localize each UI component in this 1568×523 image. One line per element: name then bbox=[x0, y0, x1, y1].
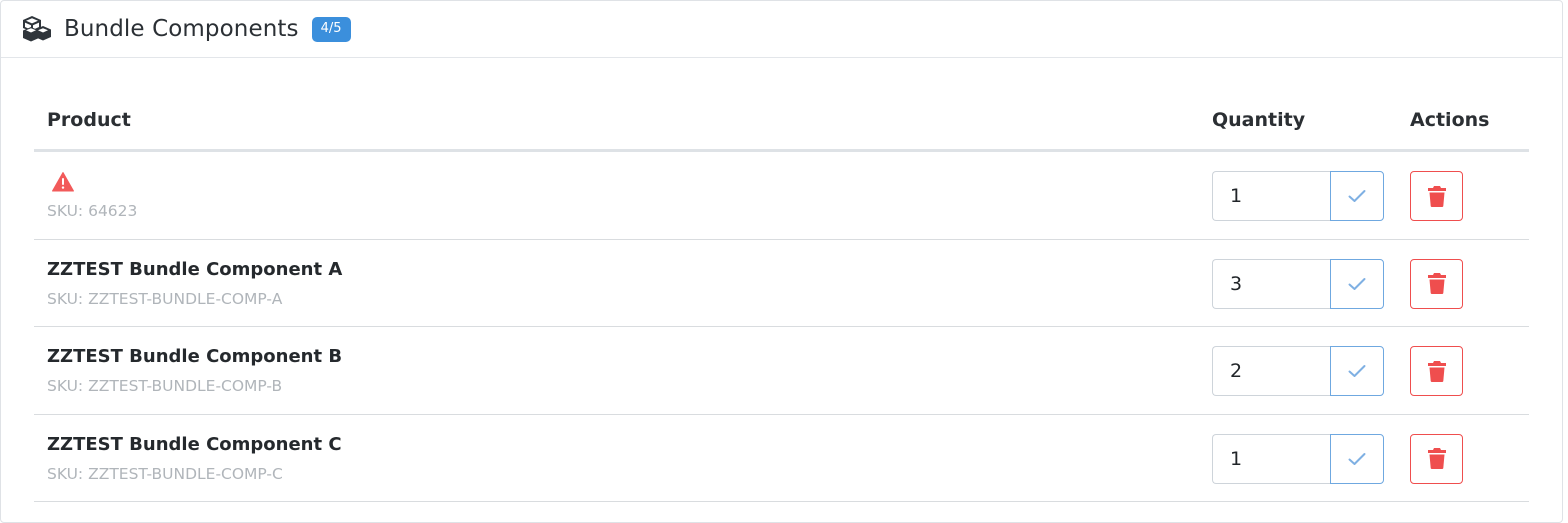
components-table: Product Quantity Actions SKU: 64623 1 ZZ… bbox=[34, 95, 1529, 502]
quantity-input[interactable] bbox=[1212, 433, 1330, 484]
confirm-quantity-button[interactable] bbox=[1330, 258, 1384, 309]
quantity-group bbox=[1212, 258, 1384, 309]
trash-icon bbox=[1427, 273, 1446, 294]
check-icon bbox=[1348, 452, 1366, 465]
product-name: ZZTEST Bundle Component A bbox=[47, 258, 343, 280]
confirm-quantity-button[interactable] bbox=[1330, 346, 1384, 396]
card-title: Bundle Components bbox=[64, 16, 299, 42]
table-header: Product Quantity Actions bbox=[34, 95, 1529, 152]
table-row: SKU: 64623 bbox=[34, 152, 1529, 240]
confirm-quantity-button[interactable] bbox=[1330, 171, 1384, 221]
quantity-input[interactable] bbox=[1212, 346, 1330, 396]
column-header-quantity: Quantity bbox=[1212, 109, 1306, 131]
column-header-product: Product bbox=[47, 109, 131, 131]
product-sku: SKU: 64623 bbox=[47, 202, 138, 220]
trash-icon bbox=[1427, 185, 1446, 207]
delete-button[interactable] bbox=[1410, 258, 1463, 309]
check-icon bbox=[1348, 190, 1366, 202]
delete-button[interactable] bbox=[1410, 171, 1463, 221]
product-name: ZZTEST Bundle Component B bbox=[47, 346, 343, 367]
quantity-input[interactable] bbox=[1212, 258, 1330, 309]
cubes-icon bbox=[23, 16, 51, 42]
trash-icon bbox=[1427, 448, 1446, 469]
table-row: ZZTEST Bundle Component A SKU: ZZTEST-BU… bbox=[34, 240, 1529, 327]
quantity-input[interactable] bbox=[1212, 171, 1330, 221]
table-row: ZZTEST Bundle Component C SKU: ZZTEST-BU… bbox=[34, 415, 1529, 502]
count-badge: 4/5 bbox=[311, 16, 351, 42]
table-row: ZZTEST Bundle Component B SKU: ZZTEST-BU… bbox=[34, 327, 1529, 415]
card-header: Bundle Components 4/5 bbox=[1, 1, 1562, 58]
column-header-actions: Actions bbox=[1410, 109, 1490, 131]
quantity-group bbox=[1212, 346, 1384, 396]
delete-button[interactable] bbox=[1410, 346, 1463, 396]
product-name: ZZTEST Bundle Component C bbox=[47, 433, 342, 455]
check-icon bbox=[1348, 277, 1366, 290]
product-sku: SKU: ZZTEST-BUNDLE-COMP-A bbox=[47, 289, 283, 308]
product-sku: SKU: ZZTEST-BUNDLE-COMP-B bbox=[47, 377, 283, 395]
product-sku: SKU: ZZTEST-BUNDLE-COMP-C bbox=[47, 464, 283, 483]
warning-icon bbox=[52, 172, 74, 192]
delete-button[interactable] bbox=[1410, 433, 1463, 484]
check-icon bbox=[1348, 365, 1366, 377]
quantity-group bbox=[1212, 171, 1384, 221]
confirm-quantity-button[interactable] bbox=[1330, 433, 1384, 484]
trash-icon bbox=[1427, 360, 1446, 382]
quantity-group bbox=[1212, 433, 1384, 484]
bundle-components-card: Bundle Components 4/5 Product Quantity A… bbox=[0, 0, 1563, 523]
